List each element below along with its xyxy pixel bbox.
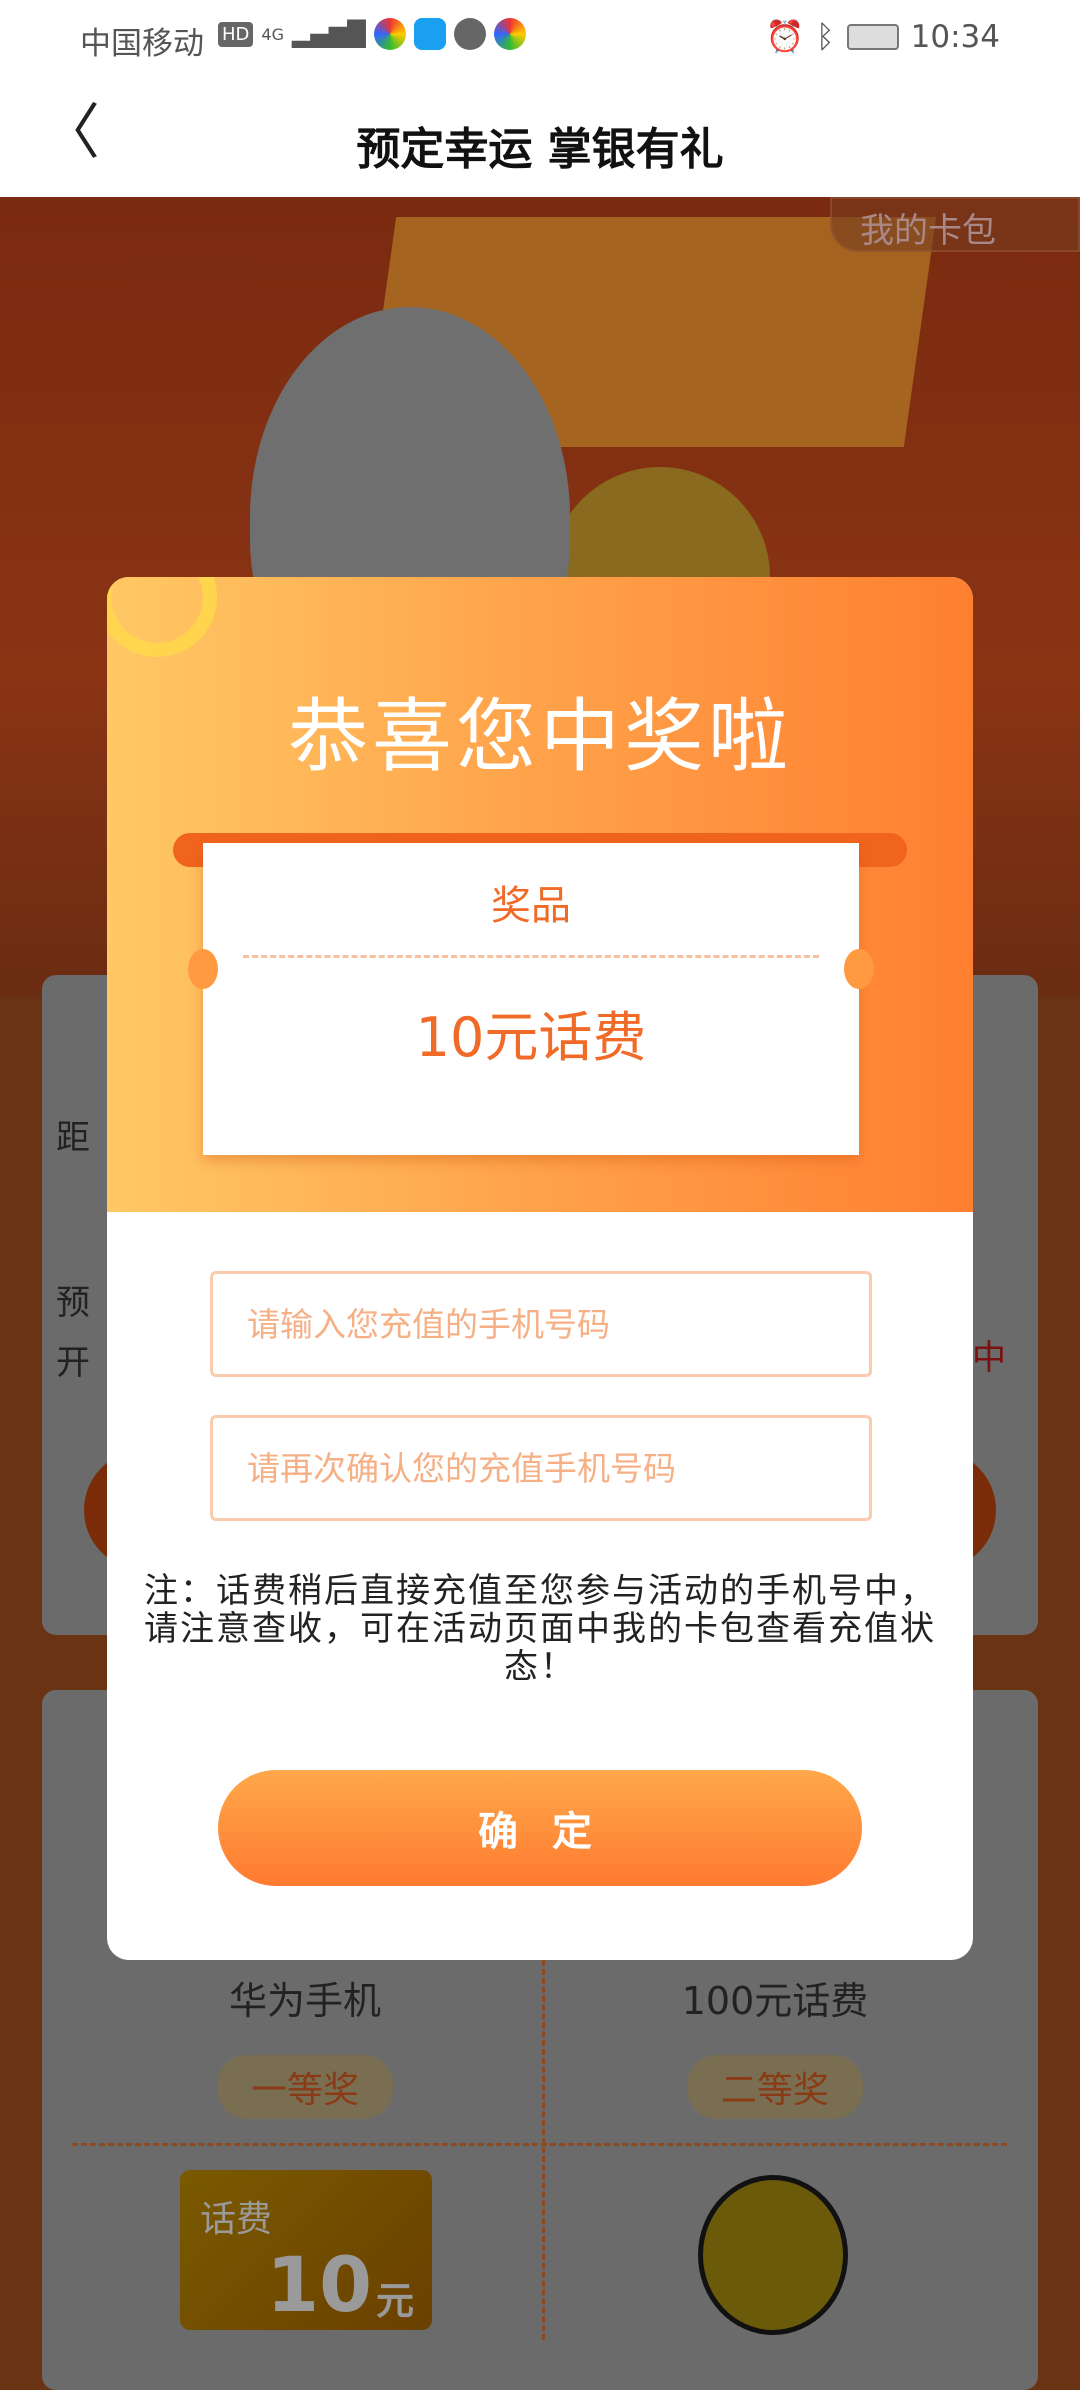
scalloped-edge	[107, 1197, 973, 1227]
recharge-note: 注：话费稍后直接充值至您参与活动的手机号中，请注意查收，可在活动页面中我的卡包查…	[144, 1571, 936, 1687]
prize-label: 奖品	[491, 883, 571, 929]
dialog-header: 恭喜您中奖啦 奖品 10元话费	[107, 577, 973, 1227]
prize-dialog: 恭喜您中奖啦 奖品 10元话费 注：话费稍后直接充值至您参与活动的手机号中，请注…	[107, 577, 973, 1960]
ticket-notch	[844, 949, 874, 989]
confirm-button[interactable]: 确 定	[218, 1770, 862, 1886]
prize-value: 10元话费	[415, 1006, 647, 1069]
confirm-phone-number-input[interactable]	[210, 1415, 872, 1521]
ticket-divider	[243, 955, 819, 958]
prize-ticket: 奖品 10元话费	[188, 843, 874, 1155]
phone-number-input[interactable]	[210, 1271, 872, 1377]
decorative-ring-icon	[107, 577, 217, 657]
ticket-notch	[188, 949, 218, 989]
dialog-title: 恭喜您中奖啦	[288, 690, 792, 783]
